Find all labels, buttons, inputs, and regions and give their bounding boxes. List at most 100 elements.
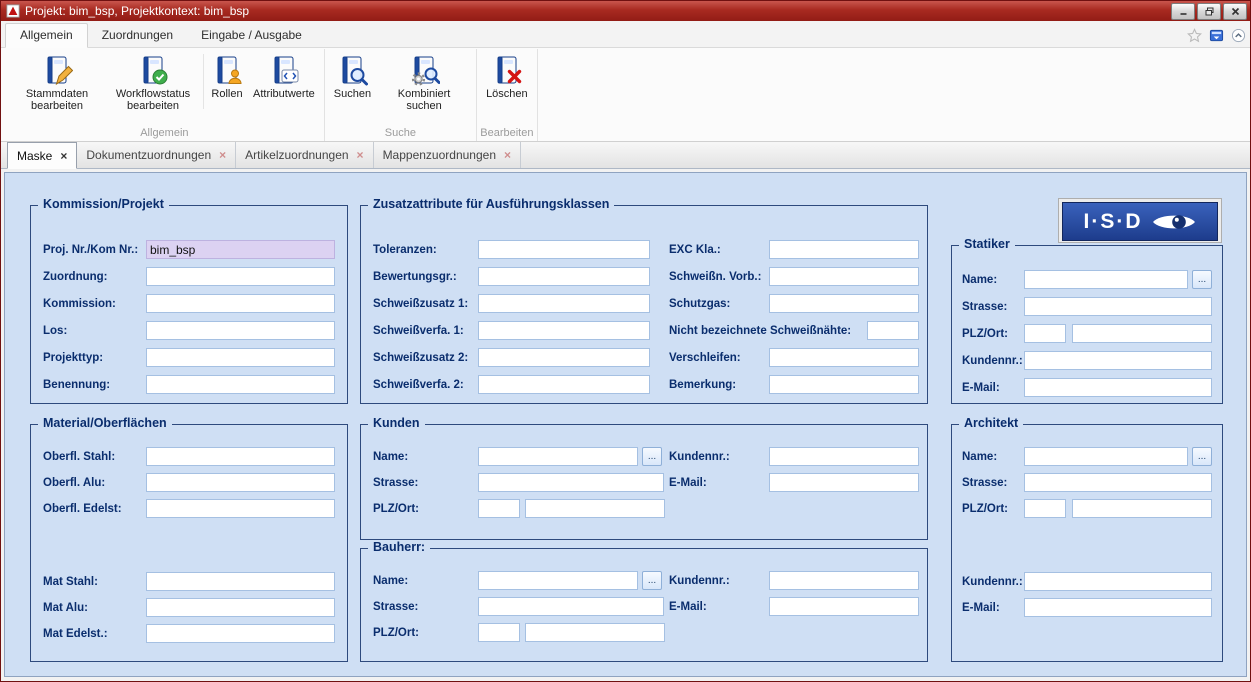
mat-alu-input[interactable] bbox=[146, 598, 335, 617]
architekt-ort-input[interactable] bbox=[1072, 499, 1212, 518]
document-delete-icon bbox=[491, 54, 523, 86]
ribbon-tab-eingabe-ausgabe[interactable]: Eingabe / Ausgabe bbox=[187, 24, 316, 47]
close-button[interactable] bbox=[1223, 3, 1247, 20]
mat-edelst-input[interactable] bbox=[146, 624, 335, 643]
kombiniert-suchen-button[interactable]: Kombiniert suchen bbox=[376, 51, 472, 112]
maximize-button[interactable] bbox=[1197, 3, 1221, 20]
oberfl-edelst-input[interactable] bbox=[146, 499, 335, 518]
ribbon-tab-allgemein[interactable]: Allgemein bbox=[5, 23, 88, 48]
field-label: Kundennr.: bbox=[962, 576, 1024, 588]
statiker-kundennr-input[interactable] bbox=[1024, 351, 1212, 370]
zuordnung-input[interactable] bbox=[146, 267, 335, 286]
field-label: Strasse: bbox=[962, 477, 1024, 489]
architekt-kundennr-input[interactable] bbox=[1024, 572, 1212, 591]
doc-tab-maske[interactable]: Maske × bbox=[7, 142, 77, 169]
oberfl-stahl-input[interactable] bbox=[146, 447, 335, 466]
schweisszusatz2-input[interactable] bbox=[478, 348, 650, 367]
field-label: Projekttyp: bbox=[43, 352, 146, 364]
panel-icon[interactable] bbox=[1209, 28, 1224, 43]
kommission-input[interactable] bbox=[146, 294, 335, 313]
oberfl-alu-input[interactable] bbox=[146, 473, 335, 492]
bauherr-name-input[interactable] bbox=[478, 571, 638, 590]
close-tab-icon[interactable]: × bbox=[504, 149, 511, 161]
bauherr-strasse-input[interactable] bbox=[478, 597, 664, 616]
document-tag-icon bbox=[268, 54, 300, 86]
field-label: Bewertungsgr.: bbox=[373, 271, 478, 283]
close-tab-icon[interactable]: × bbox=[357, 149, 364, 161]
architekt-strasse-input[interactable] bbox=[1024, 473, 1212, 492]
workflowstatus-bearbeiten-button[interactable]: Workflowstatus bearbeiten bbox=[105, 51, 201, 112]
mat-stahl-input[interactable] bbox=[146, 572, 335, 591]
statiker-name-input[interactable] bbox=[1024, 270, 1188, 289]
field-label: Oberfl. Stahl: bbox=[43, 451, 146, 463]
ribbon-separator bbox=[203, 54, 204, 109]
suchen-button[interactable]: Suchen bbox=[329, 51, 376, 100]
field-label: PLZ/Ort: bbox=[962, 503, 1024, 515]
projekttyp-input[interactable] bbox=[146, 348, 335, 367]
fieldset-architekt: Architekt Name: ... Strasse: PLZ/Ort: Ku… bbox=[951, 424, 1223, 662]
schutzgas-input[interactable] bbox=[769, 294, 919, 313]
field-label: Kundennr.: bbox=[962, 355, 1024, 367]
field-label: Schweißzusatz 1: bbox=[373, 298, 478, 310]
app-icon bbox=[6, 4, 20, 18]
bauherr-plz-input[interactable] bbox=[478, 623, 520, 642]
bemerkung-input[interactable] bbox=[769, 375, 919, 394]
bauherr-kundennr-input[interactable] bbox=[769, 571, 919, 590]
field-label: E-Mail: bbox=[669, 477, 707, 489]
statiker-email-input[interactable] bbox=[1024, 378, 1212, 397]
button-label: Stammdaten bearbeiten bbox=[14, 88, 100, 112]
collapse-ribbon-button[interactable] bbox=[1231, 28, 1246, 43]
doc-tab-artikelzuordnungen[interactable]: Artikelzuordnungen × bbox=[236, 142, 373, 168]
favorite-star-icon[interactable] bbox=[1187, 28, 1202, 43]
bauherr-ort-input[interactable] bbox=[525, 623, 665, 642]
ribbon-group-label: Allgemein bbox=[5, 127, 324, 139]
toleranzen-input[interactable] bbox=[478, 240, 650, 259]
field-label: Name: bbox=[962, 451, 1024, 463]
bauherr-name-browse-button[interactable]: ... bbox=[642, 571, 662, 590]
kunden-email-input[interactable] bbox=[769, 473, 919, 492]
benennung-input[interactable] bbox=[146, 375, 335, 394]
proj-nr-kom-nr-input[interactable] bbox=[146, 240, 335, 259]
kunden-strasse-input[interactable] bbox=[478, 473, 664, 492]
schweisszusatz1-input[interactable] bbox=[478, 294, 650, 313]
doc-tab-dokumentzuordnungen[interactable]: Dokumentzuordnungen × bbox=[77, 142, 236, 168]
app-window: Projekt: bim_bsp, Projektkontext: bim_bs… bbox=[0, 0, 1251, 682]
ribbon-group-bearbeiten: Löschen Bearbeiten bbox=[477, 49, 538, 141]
bauherr-email-input[interactable] bbox=[769, 597, 919, 616]
document-person-icon bbox=[211, 54, 243, 86]
document-magnifier-icon bbox=[336, 54, 368, 86]
attributwerte-button[interactable]: Attributwerte bbox=[248, 51, 320, 100]
statiker-strasse-input[interactable] bbox=[1024, 297, 1212, 316]
schweissverfa2-input[interactable] bbox=[478, 375, 650, 394]
kunden-plz-input[interactable] bbox=[478, 499, 520, 518]
schweissn-vorb-input[interactable] bbox=[769, 267, 919, 286]
los-input[interactable] bbox=[146, 321, 335, 340]
field-label: Oberfl. Alu: bbox=[43, 477, 146, 489]
verschleifen-input[interactable] bbox=[769, 348, 919, 367]
loeschen-button[interactable]: Löschen bbox=[481, 51, 533, 100]
architekt-name-input[interactable] bbox=[1024, 447, 1188, 466]
close-tab-icon[interactable]: × bbox=[60, 150, 67, 162]
statiker-ort-input[interactable] bbox=[1072, 324, 1212, 343]
ribbon-tab-zuordnungen[interactable]: Zuordnungen bbox=[88, 24, 187, 47]
kunden-kundennr-input[interactable] bbox=[769, 447, 919, 466]
document-pencil-icon bbox=[41, 54, 73, 86]
architekt-name-browse-button[interactable]: ... bbox=[1192, 447, 1212, 466]
bewertungsgr-input[interactable] bbox=[478, 267, 650, 286]
kunden-ort-input[interactable] bbox=[525, 499, 665, 518]
statiker-name-browse-button[interactable]: ... bbox=[1192, 270, 1212, 289]
stammdaten-bearbeiten-button[interactable]: Stammdaten bearbeiten bbox=[9, 51, 105, 112]
minimize-button[interactable] bbox=[1171, 3, 1195, 20]
doc-tab-mappenzuordnungen[interactable]: Mappenzuordnungen × bbox=[374, 142, 521, 168]
schweissverfa1-input[interactable] bbox=[478, 321, 650, 340]
exc-kla-input[interactable] bbox=[769, 240, 919, 259]
architekt-email-input[interactable] bbox=[1024, 598, 1212, 617]
architekt-plz-input[interactable] bbox=[1024, 499, 1066, 518]
field-label: Schweißverfa. 1: bbox=[373, 325, 478, 337]
kunden-name-input[interactable] bbox=[478, 447, 638, 466]
nicht-bezeichnete-schweissnaehte-input[interactable] bbox=[867, 321, 919, 340]
close-tab-icon[interactable]: × bbox=[219, 149, 226, 161]
statiker-plz-input[interactable] bbox=[1024, 324, 1066, 343]
kunden-name-browse-button[interactable]: ... bbox=[642, 447, 662, 466]
rollen-button[interactable]: Rollen bbox=[206, 51, 248, 100]
